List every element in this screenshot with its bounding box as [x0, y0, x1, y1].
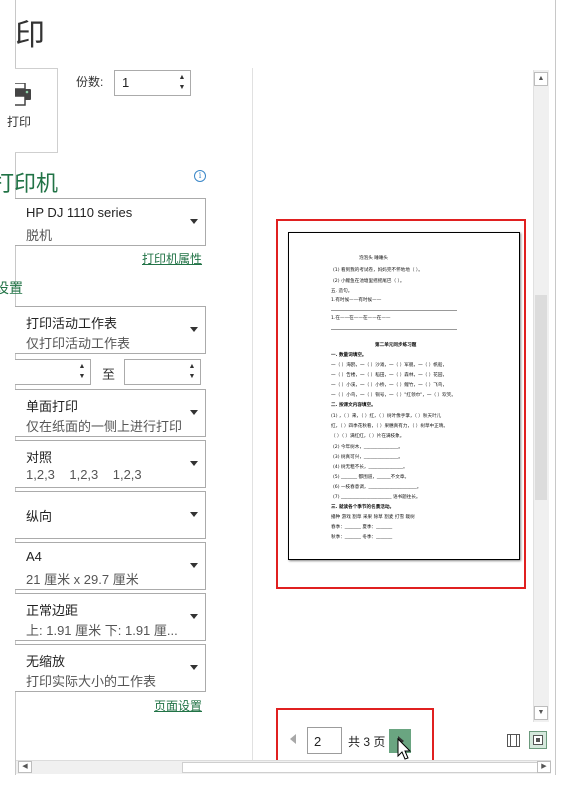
- preview-line: (7) ______________________ 语书题往长。: [333, 495, 421, 500]
- preview-line: 一（ ）海鸥，一（ ）沙滩，一（ ）军舰，一（ ）帆船，: [331, 363, 448, 368]
- preview-line: 第二单元同步练习题: [375, 343, 417, 348]
- preview-line: 春季：_______ 夏季：_______: [331, 525, 393, 530]
- scaling-select[interactable]: 无缩放 打印实际大小的工作表: [15, 644, 206, 692]
- printer-icon: [15, 83, 31, 106]
- preview-line: 三. 就读各个季节的名景活动。: [331, 505, 395, 510]
- printer-heading-text: 打印机: [0, 171, 59, 196]
- dropdown-line1: 正常边距: [26, 603, 79, 618]
- panel-divider: [252, 68, 253, 764]
- scroll-left-icon[interactable]: ◀: [18, 761, 32, 773]
- chevron-down-icon: [190, 410, 198, 415]
- current-page-input[interactable]: 2: [307, 727, 342, 754]
- page-title: 印: [15, 19, 46, 52]
- scroll-right-icon[interactable]: ▶: [537, 761, 551, 773]
- sides-select[interactable]: 单面打印 仅在纸面的一侧上进行打印: [15, 389, 206, 437]
- chevron-down-icon: [190, 665, 198, 670]
- preview-rule: [331, 310, 457, 311]
- preview-line: 一（ ）小鸟，一（ ）铜号，一（ ）"红领巾"，一（ ）欢笑。: [331, 393, 456, 398]
- pages-to-input[interactable]: ▲ ▼: [124, 359, 201, 385]
- copies-label: 份数:: [76, 75, 104, 89]
- scroll-up-icon[interactable]: ▲: [534, 72, 548, 86]
- settings-heading-text: 设置: [0, 280, 23, 296]
- dropdown-line2: 仅在纸面的一侧上进行打印: [26, 419, 183, 434]
- pages-from-input[interactable]: ▲ ▼: [15, 359, 91, 385]
- printer-select[interactable]: HP DJ 1110 series 脱机: [15, 198, 206, 246]
- copies-value: 1: [122, 75, 130, 90]
- chevron-down-icon: [190, 461, 198, 466]
- print-what-select[interactable]: 打印活动工作表 仅打印活动工作表: [15, 306, 206, 354]
- show-margins-icon[interactable]: [506, 733, 521, 748]
- preview-line: 1.有时候——有时候——: [331, 298, 382, 303]
- chevron-left-icon[interactable]: [290, 734, 296, 744]
- copies-stepper[interactable]: 1 ▲ ▼: [114, 70, 191, 96]
- preview-line: 1.在——在——在——在——: [331, 316, 391, 321]
- chevron-down-icon: [190, 614, 198, 619]
- dropdown-line1: 打印活动工作表: [26, 316, 118, 331]
- orientation-select[interactable]: 纵向: [15, 491, 206, 539]
- dropdown-line1: 纵向: [26, 509, 53, 524]
- stepper-arrows-icon[interactable]: ▲ ▼: [77, 362, 87, 382]
- window-border-right: [555, 0, 556, 775]
- preview-line: (2) 今年树木，_______________。: [333, 445, 403, 450]
- dropdown-line1: 无缩放: [26, 654, 66, 669]
- zoom-to-page-icon[interactable]: [529, 731, 547, 749]
- preview-line: 一. 数量词填空。: [331, 353, 367, 358]
- preview-page: 泡泡头 睡睡头 (1) 看到我的考试卷，妈妈完不怀地地（ ）。 (2) 小鲤鱼在…: [288, 232, 520, 560]
- printer-properties-link[interactable]: 打印机属性: [142, 250, 202, 267]
- preview-line: (3) 树真可兴，_______________。: [333, 455, 403, 460]
- dropdown-line2: 21 厘米 x 29.7 厘米: [26, 572, 139, 587]
- chevron-down-icon: [190, 563, 198, 568]
- preview-line: 五. 造句。: [331, 289, 353, 294]
- dropdown-line2: 打印实际大小的工作表: [26, 674, 157, 689]
- margins-select[interactable]: 正常边距 上: 1.91 厘米 下: 1.91 厘...: [15, 593, 206, 641]
- preview-line: (2) 小鲤鱼在池塘里摇摇尾巴（ ）。: [333, 279, 405, 284]
- chevron-down-icon: [190, 219, 198, 224]
- dropdown-line2: 仅打印活动工作表: [26, 336, 131, 351]
- preview-rule: [331, 329, 457, 330]
- preview-line: (5) _______ 都围道，______不文章。: [333, 475, 410, 480]
- preview-line: 一（ ）小溪，一（ ）小桥，一（ ）鲤竹，一（ ）飞鸟，: [331, 383, 448, 388]
- pages-to-label: 至: [102, 367, 116, 382]
- vertical-scroll-thumb[interactable]: [535, 295, 547, 500]
- dropdown-line2: 1,2,3 1,2,3 1,2,3: [26, 467, 142, 482]
- print-button-label: 打印: [7, 115, 32, 129]
- info-icon[interactable]: i: [194, 170, 206, 182]
- horizontal-scroll-thumb[interactable]: [182, 762, 542, 773]
- dropdown-line1: 单面打印: [26, 399, 79, 414]
- preview-line: (1) 看到我的考试卷，妈妈完不怀地地（ ）。: [333, 268, 423, 273]
- current-page-value: 2: [314, 734, 322, 749]
- preview-line: 红，（ ）四季花秋看，（ ）果穗真有力，（ ）树草中正晴。: [331, 424, 448, 429]
- stepper-arrows-icon[interactable]: ▲ ▼: [177, 73, 187, 93]
- preview-line: 播种 游戏 割草 采果 除草 割麦 打雪 栽树: [331, 515, 415, 520]
- dropdown-line2: 上: 1.91 厘米 下: 1.91 厘...: [26, 623, 178, 638]
- preview-line: (1) ，（ ）来，（ ）红，（ ）树叶像手掌，（ ）秋天叶儿: [331, 414, 442, 419]
- dropdown-line1: 对照: [26, 450, 53, 465]
- scroll-down-icon[interactable]: ▼: [534, 706, 548, 720]
- preview-line: (6) 一枝春意调，_____________________。: [333, 485, 422, 490]
- printer-name: HP DJ 1110 series: [26, 205, 133, 220]
- preview-line: 泡泡头 睡睡头: [359, 256, 389, 261]
- preview-line: 二. 按课文内容填空。: [331, 403, 376, 408]
- printer-heading: 打印机: [0, 166, 81, 198]
- preview-line: (4) 树无粗不长，_______________。: [333, 465, 408, 470]
- stepper-arrows-icon[interactable]: ▲ ▼: [187, 362, 197, 382]
- collate-select[interactable]: 对照 1,2,3 1,2,3 1,2,3: [15, 440, 206, 488]
- mouse-cursor-icon: [397, 738, 412, 760]
- chevron-down-icon: [190, 327, 198, 332]
- printer-status: 脱机: [26, 228, 53, 243]
- page-total-label: 共 3 页: [348, 735, 386, 749]
- preview-line: 秋季：_______ 冬季：_______: [331, 535, 393, 540]
- preview-line: 一（ ）告楼，一（ ）稻田，一（ ）森林，一（ ）花园，: [331, 373, 448, 378]
- print-button[interactable]: 打印: [7, 68, 58, 153]
- dropdown-line1: A4: [26, 549, 42, 564]
- paper-size-select[interactable]: A4 21 厘米 x 29.7 厘米: [15, 542, 206, 590]
- chevron-down-icon: [190, 512, 198, 517]
- settings-heading: 设置: [0, 278, 43, 298]
- page-setup-link[interactable]: 页面设置: [154, 697, 202, 714]
- preview-line: （ ）（ ）满红红，（ ）片在满枝象。: [331, 434, 405, 439]
